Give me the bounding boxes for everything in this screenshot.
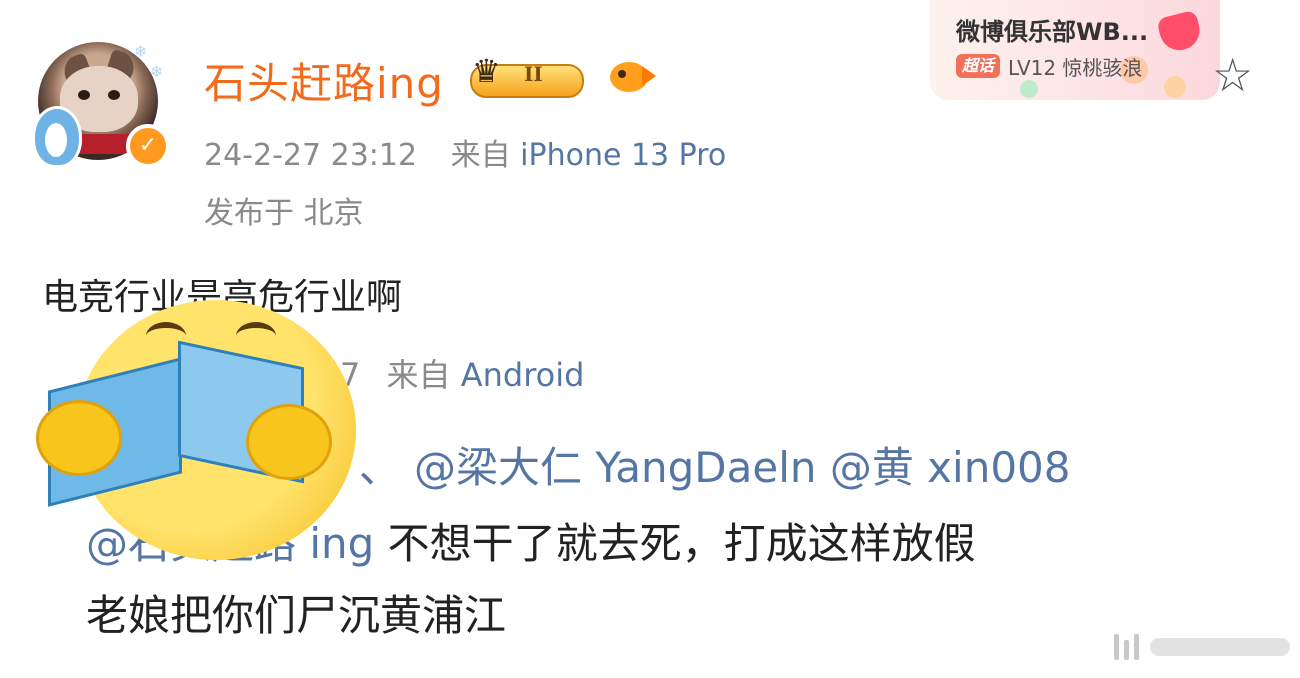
source-prefix: 来自 [450, 138, 511, 173]
club-card[interactable]: 微博俱乐部WB... 超话 LV12 惊桃骇浪 [930, 0, 1220, 100]
crown-badge-icon[interactable]: ♛ II [470, 52, 584, 98]
heart-icon [1152, 8, 1206, 55]
username[interactable]: 石头赶路ing [204, 50, 444, 111]
comment-mentions[interactable]: ii 、 @梁大仁 YangDaeln @黄 xin008 [322, 434, 1071, 495]
verified-icon: ✓ [126, 124, 170, 168]
post-location: 发布于 北京 [204, 196, 364, 231]
club-title: 微博俱乐部WB... [956, 18, 1149, 46]
comment-source-prefix: 来自 [386, 356, 451, 394]
decor-bubble [1020, 80, 1038, 98]
penguin-icon [32, 106, 82, 168]
snowflake-icon: ❄ [134, 42, 148, 61]
emoji-reading-book-sticker [36, 300, 356, 560]
cat-eye [78, 90, 90, 100]
post-timestamp: 24-2-27 23:12 [204, 138, 418, 173]
snowflake-icon: ❄ [150, 62, 164, 81]
fish-icon[interactable] [608, 56, 656, 96]
decor-bubble [1164, 76, 1186, 98]
source-device[interactable]: iPhone 13 Pro [520, 138, 726, 173]
crown-icon: ♛ [472, 52, 501, 90]
post-meta: 24-2-27 23:12 来自 iPhone 13 Pro [204, 130, 726, 174]
hand-left [36, 400, 122, 476]
cat-eye [108, 90, 120, 100]
comment-text: 不想干了就去死，打成这样放假 [374, 519, 976, 568]
watermark-icon [1110, 634, 1290, 662]
crown-level: II [524, 62, 543, 86]
club-subtitle: LV12 惊桃骇浪 [1008, 56, 1143, 80]
comment-meta: 7 来自 Android [340, 350, 584, 396]
star-icon[interactable]: ☆ [1212, 52, 1253, 98]
comment-line: 老娘把你们尸沉黄浦江 [86, 591, 507, 640]
comment-source-device[interactable]: Android [461, 356, 585, 394]
supertopic-tag: 超话 [956, 54, 1000, 78]
hand-right [246, 404, 332, 480]
